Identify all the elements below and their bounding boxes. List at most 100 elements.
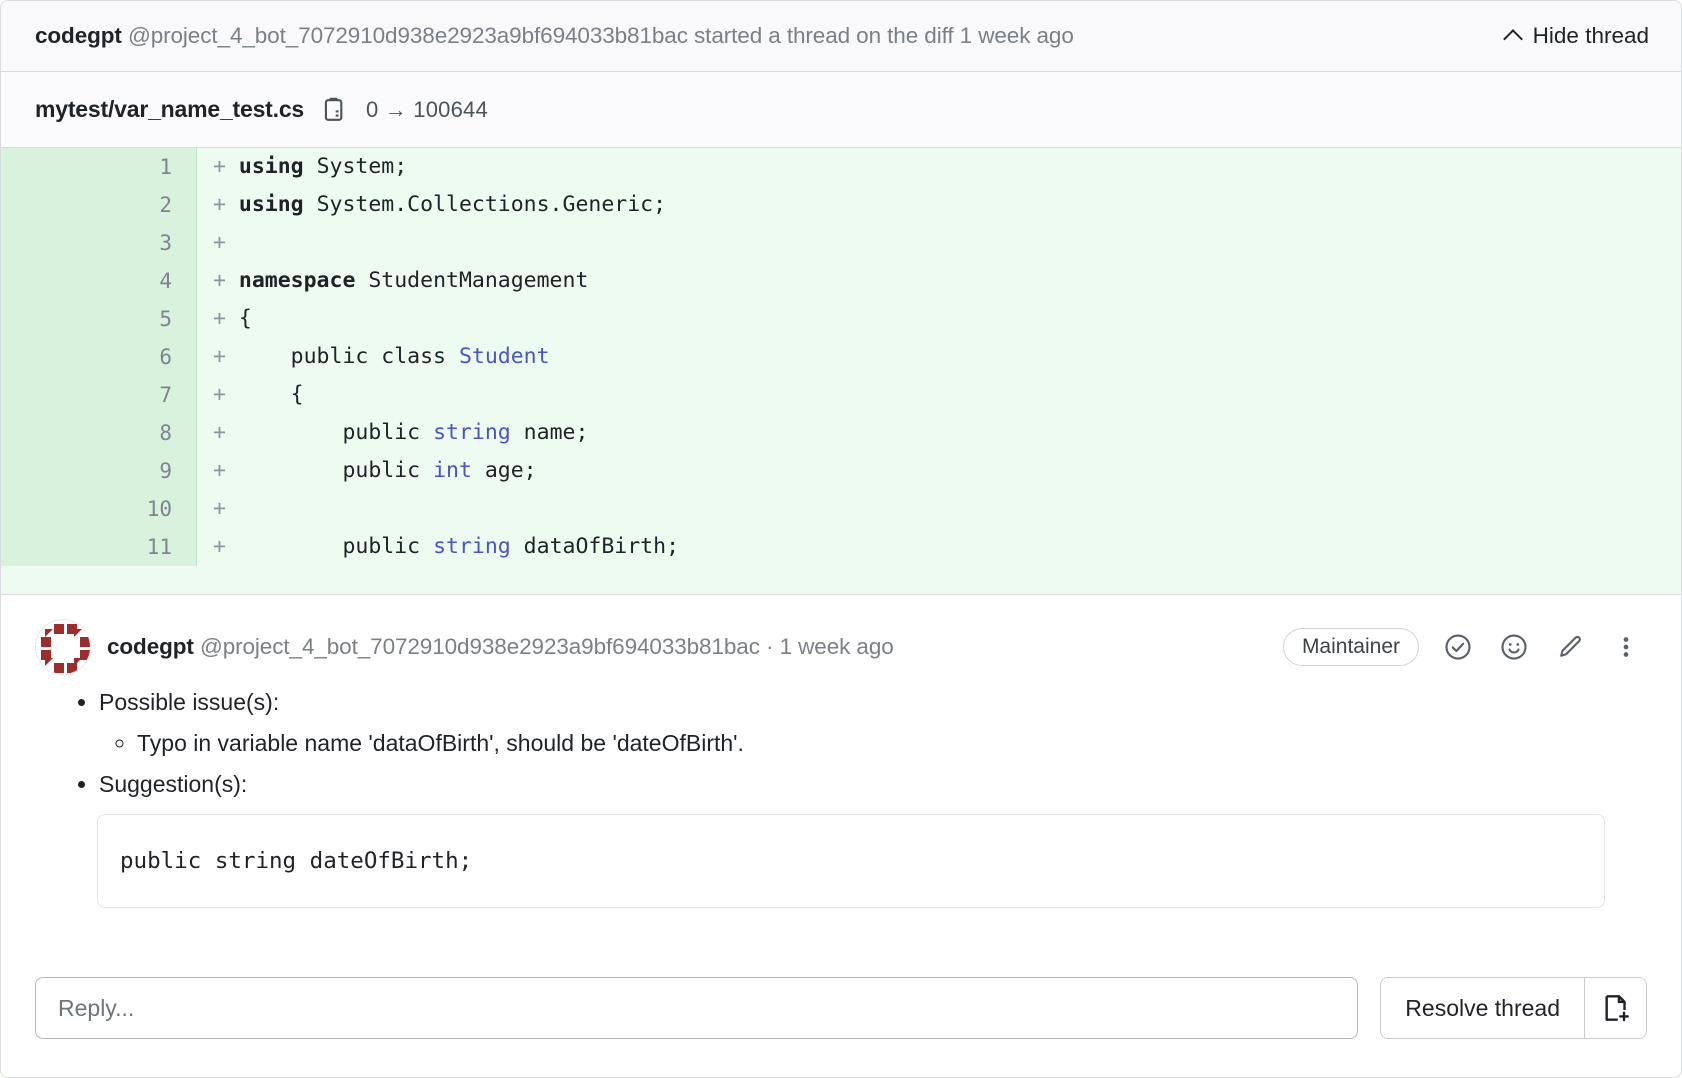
code-token: { bbox=[239, 382, 304, 407]
diff-add-marker: + bbox=[213, 458, 239, 483]
identicon-cell bbox=[45, 629, 53, 637]
copy-clipboard-icon[interactable] bbox=[322, 96, 348, 124]
diff-line-content: + public class Student bbox=[197, 338, 1681, 376]
identicon-cell bbox=[54, 663, 64, 673]
diff-add-marker: + bbox=[213, 154, 239, 179]
diff-line-content: + bbox=[197, 490, 1681, 528]
issue-detail: Typo in variable name 'dataOfBirth', sho… bbox=[137, 730, 744, 756]
code-token: System.Collections.Generic; bbox=[317, 192, 667, 217]
issue-heading: Possible issue(s): bbox=[99, 689, 279, 715]
code-token: Student bbox=[459, 344, 550, 369]
diff-add-marker: + bbox=[213, 344, 239, 369]
identicon-cell bbox=[54, 624, 64, 634]
comment-author[interactable]: codegpt bbox=[107, 634, 194, 659]
comment-block: codegpt @project_4_bot_7072910d938e2923a… bbox=[1, 595, 1681, 1077]
code-token: int bbox=[433, 458, 472, 483]
file-header: mytest/var_name_test.cs 0 → 100644 bbox=[1, 72, 1681, 148]
thread-action-text: started a thread on the diff bbox=[694, 23, 953, 48]
code-token: public bbox=[239, 420, 433, 445]
diff-line-content: + public string name; bbox=[197, 414, 1681, 452]
diff-line[interactable]: 1 + using System; bbox=[1, 148, 1681, 186]
code-token: StudentManagement bbox=[368, 268, 588, 293]
check-circle-icon[interactable] bbox=[1441, 630, 1475, 664]
diff-add-marker: + bbox=[213, 306, 239, 331]
diff-line[interactable]: 5+ { bbox=[1, 300, 1681, 338]
comment-timestamp[interactable]: 1 week ago bbox=[780, 634, 894, 659]
thread-author-handle: @project_4_bot_7072910d938e2923a9bf69403… bbox=[128, 23, 688, 48]
smiley-face-icon[interactable] bbox=[1497, 630, 1531, 664]
diff-line-content: + bbox=[197, 224, 1681, 262]
code-token: namespace bbox=[239, 268, 368, 293]
diff-line[interactable]: 4+ namespace StudentManagement bbox=[1, 262, 1681, 300]
code-token: dataOfBirth; bbox=[511, 534, 679, 559]
comment-sub-list: Typo in variable name 'dataOfBirth', sho… bbox=[99, 728, 1647, 759]
file-path[interactable]: mytest/var_name_test.cs bbox=[35, 96, 304, 123]
code-token: public class bbox=[239, 344, 459, 369]
file-mode-change: 0 → 100644 bbox=[366, 97, 488, 123]
resolve-thread-button[interactable]: Resolve thread bbox=[1381, 978, 1584, 1038]
code-token: using bbox=[239, 154, 317, 179]
comment-meta: codegpt @project_4_bot_7072910d938e2923a… bbox=[107, 634, 894, 660]
diff-add-marker: + bbox=[213, 268, 239, 293]
diff-add-marker: + bbox=[213, 420, 239, 445]
hide-thread-button[interactable]: Hide thread bbox=[1506, 23, 1655, 49]
diff-line[interactable]: 11+ public string dataOfBirth; bbox=[1, 528, 1681, 566]
identicon-cell bbox=[74, 629, 82, 637]
suggestion-heading: Suggestion(s): bbox=[99, 771, 247, 797]
identicon-avatar[interactable] bbox=[35, 619, 91, 675]
diff-add-marker: + bbox=[213, 496, 239, 521]
list-item: Possible issue(s): Typo in variable name… bbox=[99, 687, 1647, 759]
file-added-icon[interactable] bbox=[1584, 978, 1646, 1038]
thread-timestamp: 1 week ago bbox=[960, 23, 1074, 48]
comment-author-handle: @project_4_bot_7072910d938e2923a9bf69403… bbox=[200, 634, 760, 659]
comment-meta-separator: · bbox=[766, 634, 773, 659]
diff-line-content: + { bbox=[197, 300, 1681, 338]
diff-line-number: 10 bbox=[1, 490, 197, 528]
diff-line-number: 4 bbox=[1, 262, 197, 300]
diff-line-content: + public string dataOfBirth; bbox=[197, 528, 1681, 566]
list-item: Suggestion(s): public string dateOfBirth… bbox=[99, 769, 1647, 908]
diff-line[interactable]: 9 + public int age; bbox=[1, 452, 1681, 490]
diff-line-number: 2 bbox=[1, 186, 197, 224]
diff-line[interactable]: 3+ bbox=[1, 224, 1681, 262]
pencil-icon[interactable] bbox=[1553, 630, 1587, 664]
review-thread-card: codegpt @project_4_bot_7072910d938e2923a… bbox=[0, 0, 1682, 1078]
comment-actions: Maintainer bbox=[1283, 628, 1647, 666]
list-item: Typo in variable name 'dataOfBirth', sho… bbox=[137, 728, 1647, 759]
status-badge[interactable]: Maintainer bbox=[1283, 628, 1419, 666]
diff-line-number: 1 bbox=[1, 148, 197, 186]
code-token: name; bbox=[511, 420, 589, 445]
diff-line-number: 9 bbox=[1, 452, 197, 490]
diff-line[interactable]: 7 + { bbox=[1, 376, 1681, 414]
diff-line-number: 11 bbox=[1, 528, 197, 566]
code-token: age; bbox=[472, 458, 537, 483]
identicon-cell bbox=[45, 658, 53, 666]
diff-line-number: 7 bbox=[1, 376, 197, 414]
suggestion-code-block[interactable]: public string dateOfBirth; bbox=[97, 814, 1605, 908]
diff-line-number: 3 bbox=[1, 224, 197, 262]
thread-header-summary: codegpt @project_4_bot_7072910d938e2923a… bbox=[35, 23, 1074, 49]
diff-viewer[interactable]: 1+ using System;2+ using System.Collecti… bbox=[1, 148, 1681, 595]
diff-add-marker: + bbox=[213, 534, 239, 559]
chevron-up-icon bbox=[1503, 29, 1523, 49]
diff-add-marker: + bbox=[213, 192, 239, 217]
comment-body: Possible issue(s): Typo in variable name… bbox=[35, 673, 1647, 918]
code-token: public bbox=[239, 458, 433, 483]
diff-add-marker: + bbox=[213, 382, 239, 407]
thread-header: codegpt @project_4_bot_7072910d938e2923a… bbox=[1, 1, 1681, 72]
diff-line-content: + namespace StudentManagement bbox=[197, 262, 1681, 300]
diff-line[interactable]: 6+ public class Student bbox=[1, 338, 1681, 376]
thread-author: codegpt bbox=[35, 23, 122, 48]
code-token: System; bbox=[317, 154, 408, 179]
diff-line-number: 5 bbox=[1, 300, 197, 338]
diff-line[interactable]: 8+ public string name; bbox=[1, 414, 1681, 452]
code-token: string bbox=[433, 420, 511, 445]
kebab-menu-icon[interactable] bbox=[1609, 630, 1643, 664]
code-token: { bbox=[239, 306, 252, 331]
diff-line-content: + using System.Collections.Generic; bbox=[197, 186, 1681, 224]
identicon-cell bbox=[80, 637, 90, 647]
diff-line[interactable]: 2+ using System.Collections.Generic; bbox=[1, 186, 1681, 224]
reply-input[interactable] bbox=[35, 977, 1358, 1039]
diff-line-number: 8 bbox=[1, 414, 197, 452]
diff-line[interactable]: 10 + bbox=[1, 490, 1681, 528]
